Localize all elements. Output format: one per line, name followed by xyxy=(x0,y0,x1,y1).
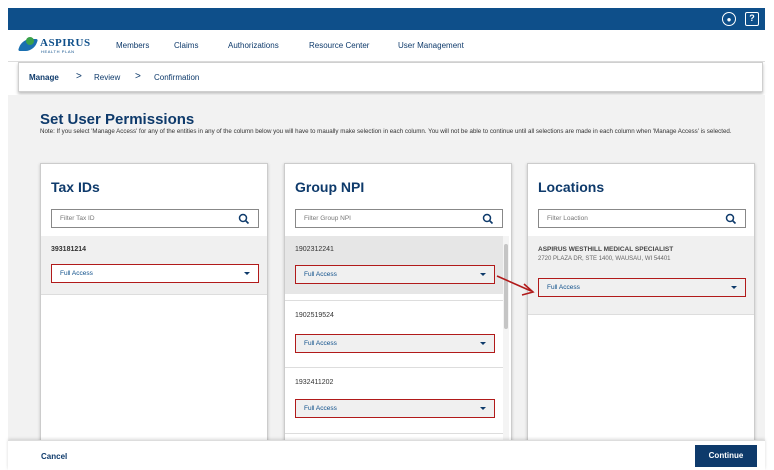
divider xyxy=(528,314,754,315)
group-npi-code: 1932411202 xyxy=(295,379,334,386)
caret-down-icon xyxy=(480,407,486,410)
caret-down-icon xyxy=(244,272,250,275)
logo-dot-icon xyxy=(26,37,34,45)
group-npi-item: 1932411202 Full Access xyxy=(285,368,503,432)
tax-id-filter-placeholder: Filter Tax ID xyxy=(60,215,95,222)
location-name: ASPIRUS WESTHILL MEDICAL SPECIALIST xyxy=(538,246,674,253)
divider xyxy=(285,433,503,434)
group-npi-filter-placeholder: Filter Group NPI xyxy=(304,215,351,222)
arrow-annotation-icon xyxy=(496,275,535,296)
group-npi-code: 1902519524 xyxy=(295,312,334,319)
tax-id-filter-input[interactable]: Filter Tax ID xyxy=(51,209,259,228)
location-filter-placeholder: Filter Loaction xyxy=(547,215,588,222)
location-address: 2720 PLAZA DR, STE 1400, WAUSAU, WI 5440… xyxy=(538,256,671,262)
group-npi-access-select[interactable]: Full Access xyxy=(295,399,495,418)
nav-user-management[interactable]: User Management xyxy=(398,41,464,50)
cancel-button[interactable]: Cancel xyxy=(41,452,67,461)
group-npi-code: 1902312241 xyxy=(295,246,334,253)
access-value: Full Access xyxy=(304,405,337,412)
help-icon[interactable]: ? xyxy=(745,12,759,26)
tax-id-code: 393181214 xyxy=(51,246,87,253)
group-npi-item: 1902519524 Full Access xyxy=(285,301,503,365)
group-npi-filter-input[interactable]: Filter Group NPI xyxy=(295,209,503,228)
group-npi-access-select[interactable]: Full Access xyxy=(295,265,495,284)
locations-column: Locations Filter Loaction ASPIRUS WESTHI… xyxy=(527,163,755,453)
search-icon[interactable] xyxy=(481,212,495,226)
tax-id-access-select[interactable]: Full Access xyxy=(51,264,259,283)
footer-bar: Cancel Continue xyxy=(8,440,765,470)
group-npi-access-select[interactable]: Full Access xyxy=(295,334,495,353)
location-item: ASPIRUS WESTHILL MEDICAL SPECIALIST 2720… xyxy=(528,236,754,314)
breadcrumb-confirmation[interactable]: Confirmation xyxy=(154,73,199,82)
locations-title: Locations xyxy=(538,179,605,195)
breadcrumb-review[interactable]: Review xyxy=(94,73,120,82)
main-nav: ASPIRUS HEALTH PLAN Members Claims Autho… xyxy=(8,30,765,62)
breadcrumb: Manage > Review > Confirmation xyxy=(18,62,763,92)
access-value: Full Access xyxy=(60,270,93,277)
logo-name: ASPIRUS xyxy=(40,37,91,49)
nav-authorizations[interactable]: Authorizations xyxy=(228,41,279,50)
breadcrumb-separator: > xyxy=(76,71,82,82)
access-value: Full Access xyxy=(547,284,580,291)
caret-down-icon xyxy=(731,286,737,289)
location-filter-input[interactable]: Filter Loaction xyxy=(538,209,746,228)
tax-id-item: 393181214 Full Access xyxy=(41,236,267,294)
aspirus-logo[interactable]: ASPIRUS HEALTH PLAN xyxy=(17,37,91,57)
location-access-select[interactable]: Full Access xyxy=(538,278,746,297)
nav-claims[interactable]: Claims xyxy=(174,41,198,50)
breadcrumb-separator: > xyxy=(135,71,141,82)
page-title: Set User Permissions xyxy=(40,111,195,128)
access-value: Full Access xyxy=(304,271,337,278)
permissions-note: Note: If you select 'Manage Access' for … xyxy=(40,128,732,135)
nav-members[interactable]: Members xyxy=(116,41,149,50)
logo-sub: HEALTH PLAN xyxy=(41,49,75,54)
group-npi-item: 1902312241 Full Access xyxy=(285,236,503,294)
group-npi-title: Group NPI xyxy=(295,179,365,195)
access-value: Full Access xyxy=(304,340,337,347)
caret-down-icon xyxy=(480,342,486,345)
continue-button[interactable]: Continue xyxy=(695,445,757,467)
breadcrumb-manage[interactable]: Manage xyxy=(29,73,59,82)
search-icon[interactable] xyxy=(724,212,738,226)
search-icon[interactable] xyxy=(237,212,251,226)
tax-ids-title: Tax IDs xyxy=(51,179,100,195)
top-bar: ● ? xyxy=(8,8,765,30)
nav-resource-center[interactable]: Resource Center xyxy=(309,41,369,50)
caret-down-icon xyxy=(480,273,486,276)
divider xyxy=(41,294,267,295)
group-npi-column: Group NPI Filter Group NPI 1902312241 Fu… xyxy=(284,163,512,453)
tax-ids-column: Tax IDs Filter Tax ID 393181214 Full Acc… xyxy=(40,163,268,453)
user-circle-icon[interactable]: ● xyxy=(722,12,736,26)
